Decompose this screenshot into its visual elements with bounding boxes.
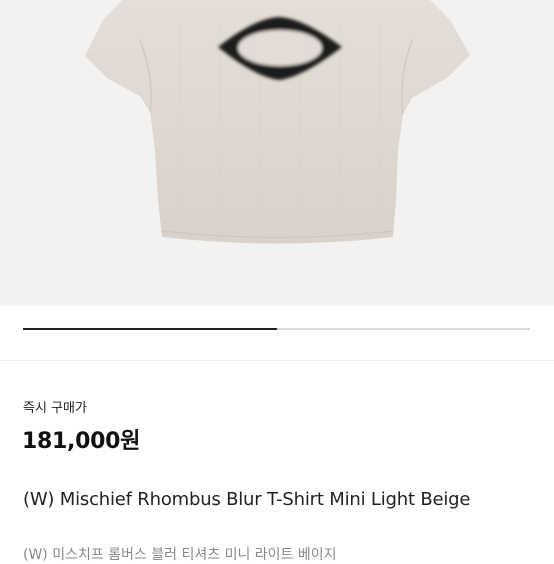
- product-title: (W) Mischief Rhombus Blur T-Shirt Mini L…: [23, 489, 471, 510]
- product-image[interactable]: [0, 0, 554, 305]
- product-subtitle-ko: (W) 미스치프 롬버스 블러 티셔츠 미니 라이트 베이지: [23, 547, 337, 563]
- carousel-progress-fill: [23, 328, 277, 330]
- instant-buy-price-label: 즉시 구매가: [23, 401, 87, 416]
- divider: [0, 360, 554, 361]
- carousel-progress-bar[interactable]: [23, 328, 530, 330]
- instant-buy-price: 181,000원: [22, 429, 141, 454]
- tshirt-illustration: [85, 0, 470, 244]
